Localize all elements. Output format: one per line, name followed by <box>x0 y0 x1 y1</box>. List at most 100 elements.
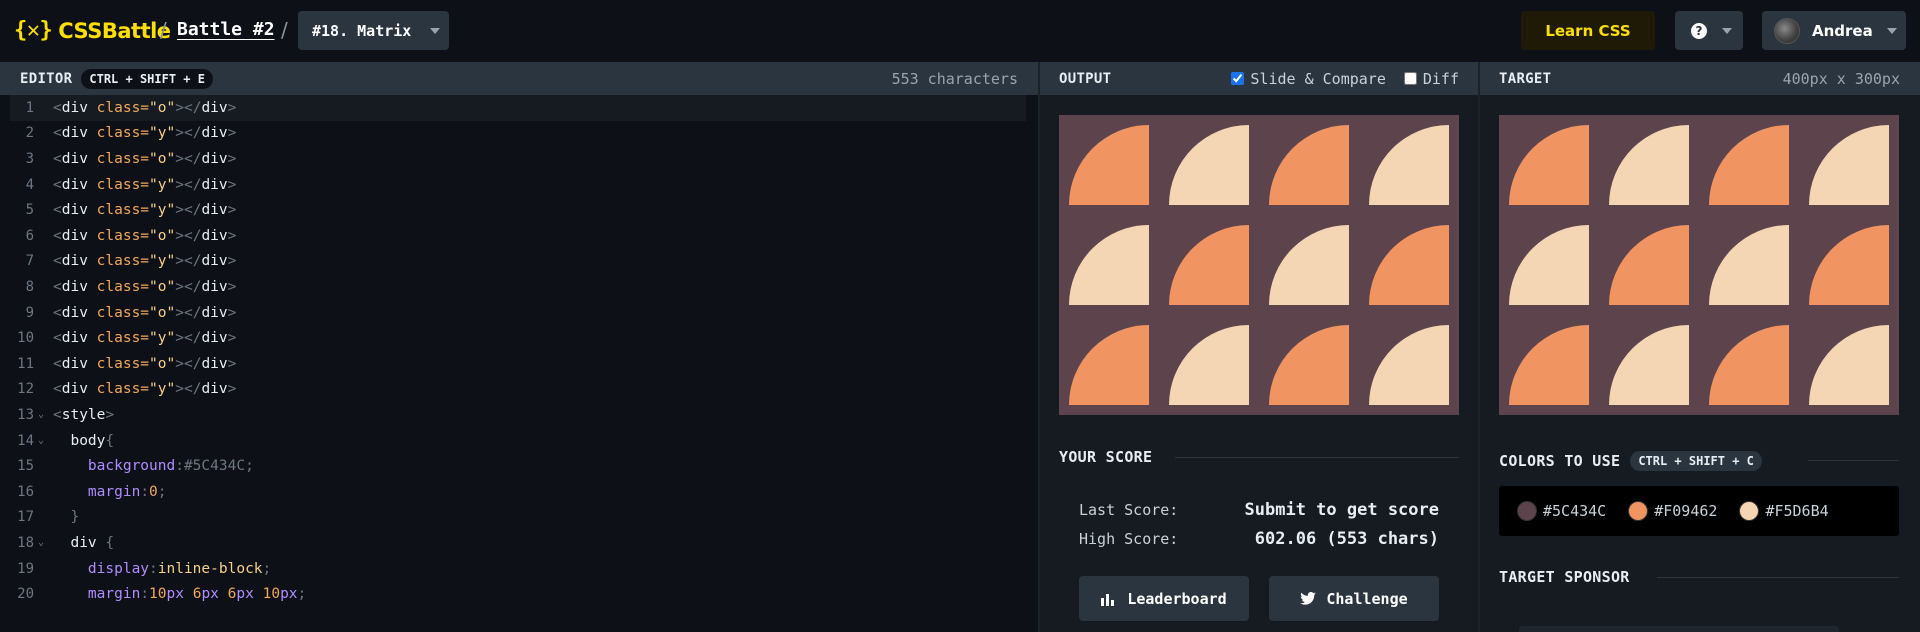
quarter-circle <box>1069 125 1149 205</box>
code-line[interactable]: 9 <div class="o"></div> <box>0 300 1026 326</box>
help-icon: ? <box>1691 23 1707 39</box>
code-line[interactable]: 16 margin:0; <box>0 479 1026 505</box>
line-number: 10 <box>17 330 34 347</box>
code-line[interactable]: 10 <div class="y"></div> <box>0 325 1026 351</box>
level-dropdown[interactable]: #18. Matrix <box>298 11 449 50</box>
quarter-circle <box>1069 325 1149 405</box>
code-line[interactable]: 15 background:#5C434C; <box>0 453 1026 479</box>
color-palette: #5C434C #F09462 #F5D6B4 <box>1499 486 1899 536</box>
quarter-circle <box>1169 325 1249 405</box>
diff-label: Diff <box>1422 69 1459 88</box>
line-number: 8 <box>25 278 34 295</box>
code-text: <div class="o"></div> <box>53 278 237 295</box>
code-text: <div class="y"></div> <box>53 125 237 142</box>
code-line[interactable]: 14 ⌄ body{ <box>0 428 1026 454</box>
code-text: <div class="y"></div> <box>53 202 237 219</box>
line-number: 7 <box>25 253 34 270</box>
code-text: display:inline-block; <box>53 560 272 577</box>
code-line[interactable]: 20 margin:10px 6px 6px 10px; <box>0 581 1026 607</box>
line-number: 15 <box>17 458 34 475</box>
fold-chevron-icon[interactable]: ⌄ <box>38 409 48 420</box>
breadcrumb-separator: / <box>160 18 167 42</box>
score-card: Last Score: Submit to get score High Sco… <box>1059 485 1459 632</box>
section-divider <box>1657 577 1899 578</box>
code-text: <div class="y"></div> <box>53 330 237 347</box>
output-preview[interactable] <box>1059 115 1459 415</box>
target-title: TARGET <box>1499 70 1552 87</box>
code-line[interactable]: 18 ⌄ div { <box>0 530 1026 556</box>
line-number: 19 <box>17 560 34 577</box>
code-line[interactable]: 13 ⌄ <style> <box>0 402 1026 428</box>
slide-compare-toggle[interactable]: Slide & Compare <box>1231 70 1386 88</box>
code-line[interactable]: 4 <div class="y"></div> <box>0 172 1026 198</box>
code-line[interactable]: 17 } <box>0 505 1026 531</box>
code-text: body{ <box>53 432 115 449</box>
quarter-circle <box>1269 325 1349 405</box>
color-dot <box>1628 501 1649 521</box>
fold-chevron-icon[interactable]: ⌄ <box>38 537 48 548</box>
line-number: 2 <box>25 125 34 142</box>
quarter-circle <box>1809 325 1889 405</box>
character-count: 553 characters <box>891 69 1018 88</box>
section-divider <box>1175 457 1459 458</box>
leaderboard-button[interactable]: Leaderboard <box>1079 576 1249 621</box>
code-text: <div class="y"></div> <box>53 381 237 398</box>
breadcrumb-separator: / <box>281 18 288 42</box>
code-line[interactable]: 1 <div class="o"></div> <box>10 95 1026 121</box>
quarter-circle <box>1369 125 1449 205</box>
user-menu[interactable]: Andrea <box>1762 11 1906 50</box>
color-swatch[interactable]: #F5D6B4 <box>1739 501 1829 521</box>
avatar <box>1774 18 1800 44</box>
code-line[interactable]: 3 <div class="o"></div> <box>0 146 1026 172</box>
code-line[interactable]: 6 <div class="o"></div> <box>0 223 1026 249</box>
code-line[interactable]: 8 <div class="o"></div> <box>0 274 1026 300</box>
quarter-circle <box>1609 125 1689 205</box>
target-image <box>1499 115 1899 415</box>
quarter-circle <box>1269 225 1349 305</box>
battle-link[interactable]: Battle #2 <box>177 19 275 40</box>
chevron-down-icon <box>1887 28 1897 34</box>
sponsor-card[interactable] <box>1499 606 1899 632</box>
challenge-button[interactable]: Challenge <box>1269 576 1439 621</box>
diff-checkbox[interactable] <box>1403 72 1417 85</box>
quarter-circle <box>1809 125 1889 205</box>
line-number: 16 <box>17 483 34 500</box>
help-dropdown[interactable]: ? <box>1675 11 1743 50</box>
line-number: 12 <box>17 381 34 398</box>
code-line[interactable]: 19 display:inline-block; <box>0 556 1026 582</box>
code-line[interactable]: 7 <div class="y"></div> <box>0 249 1026 275</box>
slide-compare-checkbox[interactable] <box>1231 72 1245 85</box>
output-bar: OUTPUT Slide & Compare Diff <box>1040 62 1478 95</box>
quarter-circle <box>1069 225 1149 305</box>
learn-css-button[interactable]: Learn CSS <box>1521 11 1655 50</box>
leaderboard-label: Leaderboard <box>1127 589 1227 608</box>
code-line[interactable]: 11 <div class="o"></div> <box>0 351 1026 377</box>
target-bar: TARGET 400px x 300px <box>1480 62 1920 95</box>
quarter-circle <box>1509 325 1589 405</box>
code-text: <div class="o"></div> <box>53 227 237 244</box>
code-line[interactable]: 5 <div class="y"></div> <box>0 197 1026 223</box>
fold-chevron-icon[interactable]: ⌄ <box>38 435 48 446</box>
code-editor[interactable]: 1 <div class="o"></div> 2 <div class="y"></… <box>0 95 1038 632</box>
code-text: <div class="o"></div> <box>53 304 237 321</box>
code-line[interactable]: 2 <div class="y"></div> <box>0 121 1026 147</box>
color-swatch[interactable]: #5C434C <box>1517 501 1606 521</box>
quarter-circle <box>1509 125 1589 205</box>
high-score-value: 602.06 (553 chars) <box>1254 529 1439 549</box>
color-dot <box>1517 501 1537 521</box>
logo-text: CSSBattle <box>58 18 171 43</box>
logo-mark: {✕} <box>14 18 53 43</box>
color-swatch[interactable]: #F09462 <box>1628 501 1717 521</box>
editor-shortcut-badge: CTRL + SHIFT + E <box>81 68 213 89</box>
quarter-circle <box>1709 325 1789 405</box>
color-hex: #F5D6B4 <box>1765 502 1829 520</box>
target-size: 400px x 300px <box>1782 69 1900 88</box>
high-score-label: High Score: <box>1079 530 1179 548</box>
cssbattle-logo[interactable]: {✕} CSSBattle <box>14 18 171 43</box>
your-score-title: YOUR SCORE <box>1059 448 1153 466</box>
code-line[interactable]: 12 <div class="y"></div> <box>0 377 1026 403</box>
line-number: 18 <box>17 534 34 551</box>
diff-toggle[interactable]: Diff <box>1403 69 1459 88</box>
quarter-circle <box>1169 125 1249 205</box>
quarter-circle <box>1709 225 1789 305</box>
